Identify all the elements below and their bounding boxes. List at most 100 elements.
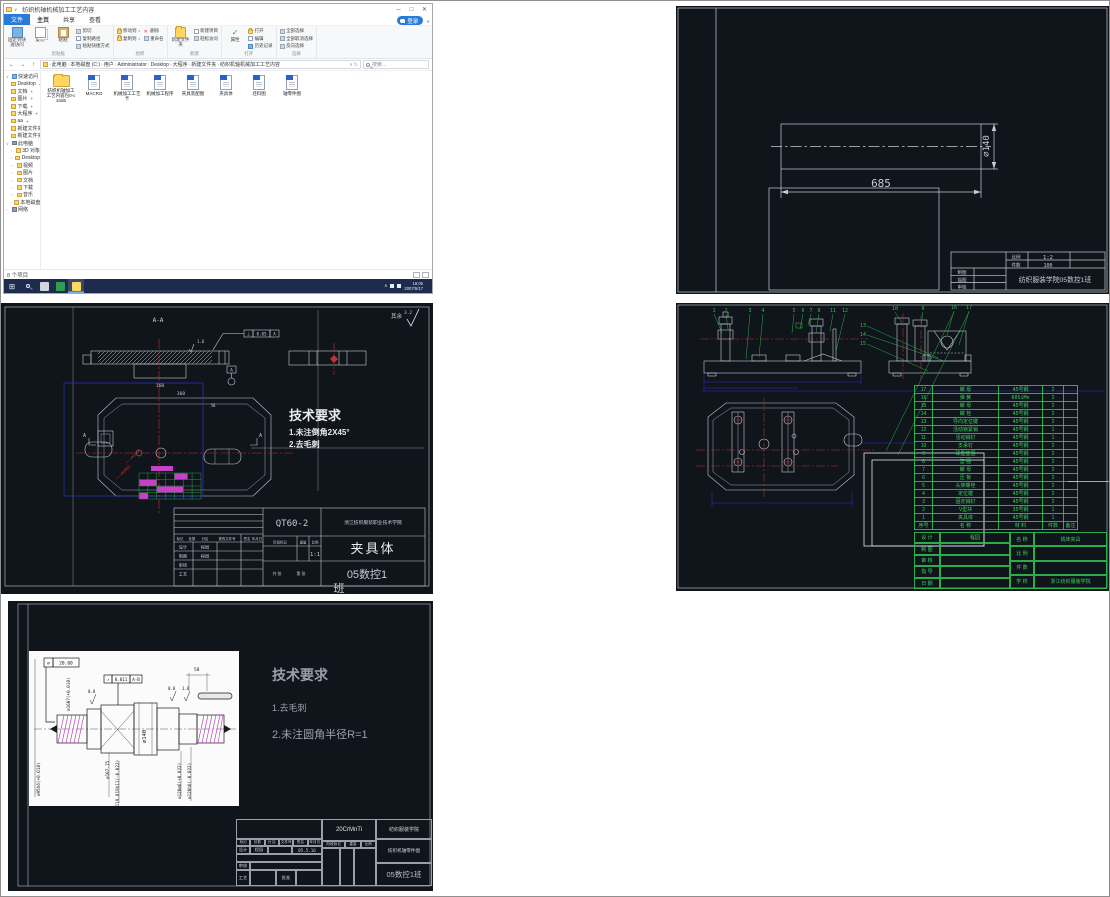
breadcrumb-segment[interactable]: › 纺织机轴机械加工工艺内容 <box>217 61 280 68</box>
file-item[interactable]: 轴零件图 <box>277 75 307 104</box>
network-icon[interactable] <box>397 284 401 288</box>
breadcrumb-segment[interactable]: › 新建文件夹 <box>189 61 217 68</box>
paste-shortcut-button[interactable]: 粘贴快捷方式 <box>76 43 110 49</box>
chevron-down-icon[interactable]: ∨ <box>6 141 10 146</box>
folder-item[interactable]: 纺织机轴加工工艺内容包0-c34d6 <box>46 75 76 104</box>
new-item-button[interactable]: 新建项目 <box>194 28 219 34</box>
sidebar-item[interactable]: › 3D 对象 <box>4 147 40 154</box>
tech-item-2: 2.未注圆角半径R=1 <box>272 726 368 742</box>
sidebar-item[interactable]: › 视频 <box>4 162 40 169</box>
sidebar-item[interactable]: › 文档 <box>4 176 40 183</box>
sidebar-item[interactable]: Desktop ✦ <box>4 80 40 87</box>
maximize-button[interactable]: □ <box>406 7 417 13</box>
file-item[interactable]: MACRO <box>79 75 109 104</box>
bom-part-name: 弹 簧 <box>933 394 999 402</box>
move-to-icon <box>117 29 122 34</box>
details-view-toggle[interactable] <box>413 272 420 278</box>
thumbnail-view-toggle[interactable] <box>422 272 429 278</box>
tab-file[interactable]: 文件 <box>4 14 30 25</box>
minimize-button[interactable]: ─ <box>393 7 404 13</box>
close-button[interactable]: ✕ <box>419 6 430 13</box>
part-name: 夹具体 <box>350 541 395 556</box>
copy-path-button[interactable]: 复制路径 <box>76 36 110 42</box>
taskbar-search-button[interactable] <box>20 279 36 293</box>
paste-button[interactable]: 粘贴 <box>53 27 73 43</box>
sidebar-item[interactable]: › Desktop <box>4 154 40 161</box>
breadcrumb-segment[interactable]: › 此电脑 <box>49 61 67 68</box>
select-all-button[interactable]: 全部选择 <box>280 28 314 34</box>
explorer-screenshot: ∨ 纺织机轴机械加工工艺内容 ─ □ ✕ 文件 主页 共享 查看 登录 ∨ <box>3 3 433 294</box>
back-button[interactable]: ← <box>7 62 16 68</box>
signin-pill[interactable]: 登录 <box>397 16 423 25</box>
file-item[interactable]: 机械加工程序 <box>145 75 175 104</box>
bom-no: 8 <box>915 458 933 466</box>
rename-button[interactable]: 重命名 <box>144 36 164 42</box>
balloon-17: 17 <box>966 305 972 311</box>
sidebar-item[interactable]: 文档 ✦ <box>4 88 40 95</box>
search-input[interactable]: 搜索... <box>363 60 429 69</box>
history-button[interactable]: 历史记录 <box>248 43 273 49</box>
taskbar-clock[interactable]: 16:05 2007/5/17 <box>404 281 423 291</box>
breadcrumb-segment[interactable]: › 大程序 <box>170 61 188 68</box>
sidebar-item[interactable]: › 图片 <box>4 169 40 176</box>
taskbar-app-caxa[interactable] <box>52 279 68 293</box>
start-button[interactable]: ⊞ <box>4 279 20 293</box>
breadcrumb-segment[interactable]: › 用户 <box>101 61 114 68</box>
sidebar-item[interactable]: › 本地磁盘 (C:) <box>4 199 40 206</box>
sidebar-item[interactable]: 大程序 ✦ <box>4 110 40 117</box>
tab-view[interactable]: 查看 <box>82 14 108 25</box>
atb-left: 设 计 程园 制 图 审 核 指 导 <box>914 532 1010 589</box>
copy-button[interactable]: 复制 <box>30 27 50 43</box>
taskbar-app-grey[interactable] <box>36 279 52 293</box>
tab-share[interactable]: 共享 <box>56 14 82 25</box>
volume-icon[interactable] <box>390 284 394 288</box>
sidebar-item[interactable]: 新建文件夹 (2) ✦ <box>4 132 40 139</box>
file-item[interactable]: 机械加工工艺卡 <box>112 75 142 104</box>
sidebar-network[interactable]: › 网络 <box>4 206 40 213</box>
refresh-icon[interactable]: ↻ <box>354 62 358 68</box>
cut-button[interactable]: 剪切 <box>76 28 110 34</box>
tray-chevron-icon[interactable]: ∧ <box>384 283 387 289</box>
sidebar-item[interactable]: aa ✦ <box>4 117 40 124</box>
address-dropdown-icon[interactable]: ∨ <box>349 62 353 68</box>
chevron-down-icon[interactable]: ∨ <box>6 74 10 79</box>
copy-to-button[interactable]: 复制到∨ <box>117 36 141 42</box>
sidebar-item[interactable]: 图片 ✦ <box>4 95 40 102</box>
breadcrumb-segment[interactable]: › Desktop <box>148 62 169 68</box>
up-button[interactable]: ↑ <box>29 62 38 68</box>
file-item[interactable]: 夹具体 <box>211 75 241 104</box>
taskbar-file-explorer[interactable] <box>68 279 84 293</box>
pin-icon: ✦ <box>26 119 29 124</box>
pin-quickaccess-button[interactable]: 固定到快速访问 <box>7 27 27 47</box>
file-item[interactable]: 夹具装配图 <box>178 75 208 104</box>
qat-dropdown-icon[interactable]: ∨ <box>14 7 17 13</box>
forward-button[interactable]: → <box>18 62 27 68</box>
tb-blank <box>296 870 322 886</box>
bom-part-name: V型块 <box>933 506 999 514</box>
move-to-button[interactable]: 移动到∨ <box>117 28 141 34</box>
computer-icon <box>12 141 17 146</box>
properties-button[interactable]: ✓ 属性 <box>225 27 245 43</box>
sidebar-item[interactable]: 下载 ✦ <box>4 103 40 110</box>
ribbon-group-organize: 移动到∨ 复制到∨ ✕删除 重命名 组织 <box>114 26 168 58</box>
sidebar-item[interactable]: › 音乐 <box>4 191 40 198</box>
easy-access-button[interactable]: 轻松访问 <box>194 36 219 42</box>
edit-button[interactable]: 编辑 <box>248 36 273 42</box>
new-folder-button[interactable]: 新建文件夹 <box>171 27 191 47</box>
ribbon-collapse-icon[interactable]: ∨ <box>426 19 430 25</box>
breadcrumb[interactable]: › 此电脑 › 本地磁盘 (C:) › 用户 <box>40 60 361 69</box>
breadcrumb-segment[interactable]: › 本地磁盘 (C:) <box>68 61 100 68</box>
tech-requirements: 技术要求 1.去毛刺 2.未注圆角半径R=1 <box>272 665 368 742</box>
sidebar-item[interactable]: 新建文件夹 ✦ <box>4 125 40 132</box>
delete-button[interactable]: ✕删除 <box>144 28 164 34</box>
bom-remark <box>1064 402 1078 410</box>
sidebar-quick-access[interactable]: ∨ 快速访问 <box>4 73 40 80</box>
breadcrumb-segment[interactable]: › Administrator <box>115 62 147 68</box>
file-item[interactable]: 坯料图 <box>244 75 274 104</box>
open-button[interactable]: 打开 <box>248 28 273 34</box>
sidebar-this-pc[interactable]: ∨ 此电脑 <box>4 140 40 147</box>
tab-home[interactable]: 主页 <box>30 14 56 25</box>
select-none-button[interactable]: 全部取消选择 <box>280 36 314 42</box>
invert-selection-button[interactable]: 反向选择 <box>280 43 314 49</box>
sidebar-item[interactable]: › 下载 <box>4 184 40 191</box>
